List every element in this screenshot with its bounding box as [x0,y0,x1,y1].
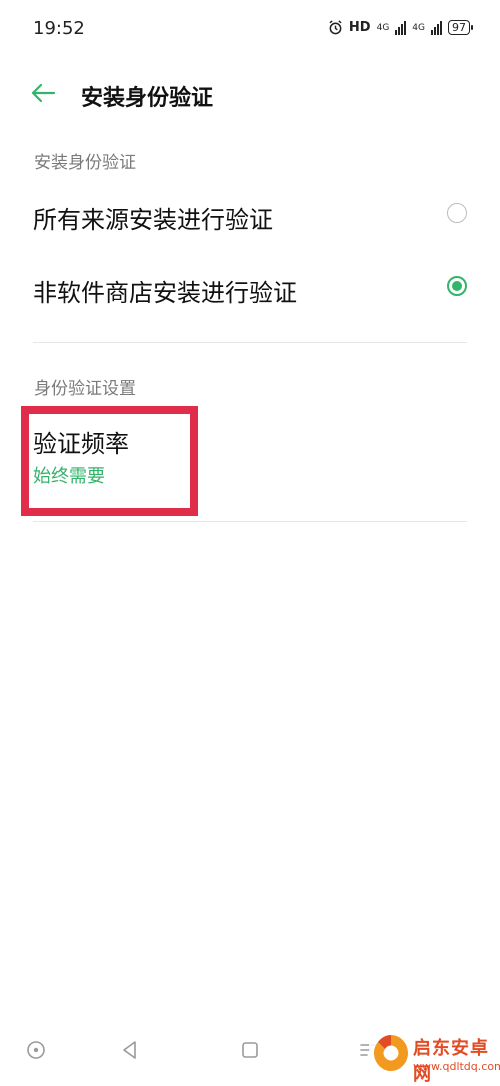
nav-home-button[interactable] [238,1038,262,1062]
option-label: 所有来源安装进行验证 [33,206,273,234]
section-header-settings: 身份验证设置 [34,379,136,399]
divider [33,521,467,522]
watermark-url: www.qdltdq.com [413,1060,500,1073]
option-non-store[interactable]: 非软件商店安装进行验证 [0,259,500,319]
network-type-2: 4G [412,22,425,33]
app-header: 安装身份验证 [0,72,500,116]
nav-back-button[interactable] [118,1038,142,1062]
status-icons: HD 4G 4G 97 [328,20,473,35]
triangle-back-icon [123,1041,136,1059]
arrow-left-icon [31,83,56,103]
signal-icon-1 [395,20,407,35]
alarm-icon [329,20,342,35]
signal-icon-2 [431,20,442,35]
option-all-sources[interactable]: 所有来源安装进行验证 [0,186,500,246]
section-header-install: 安装身份验证 [34,153,136,173]
verification-frequency-item[interactable]: 验证频率 始终需要 [0,416,500,506]
status-bar: 19:52 HD 4G 4G 97 [0,0,500,60]
radio-unchecked[interactable] [447,203,467,223]
battery-indicator: 97 [448,20,473,35]
network-type-1: 4G [376,22,390,33]
nav-assistant-button[interactable] [24,1038,48,1062]
option-label: 非软件商店安装进行验证 [33,279,297,307]
radio-checked[interactable] [447,276,467,296]
status-time: 19:52 [33,18,85,39]
circle-dot-icon [27,1041,45,1059]
watermark: 启东安卓网 www.qdltdq.com [369,1030,500,1085]
hd-indicator: HD [348,20,371,35]
back-button[interactable] [28,78,58,108]
page-title: 安装身份验证 [81,86,214,111]
square-home-icon [242,1042,258,1058]
divider [33,342,467,343]
watermark-logo-icon [374,1035,408,1071]
frequency-title: 验证频率 [33,430,129,458]
frequency-value: 始终需要 [33,466,105,487]
